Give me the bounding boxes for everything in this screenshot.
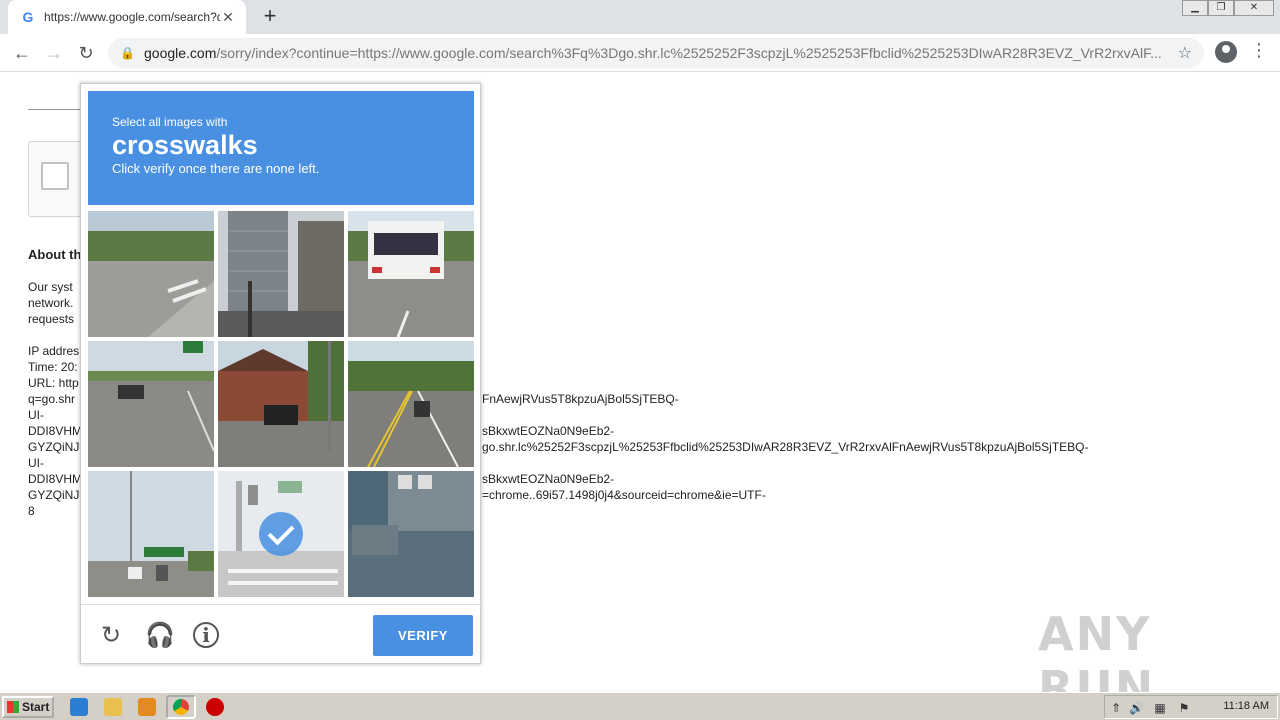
captcha-challenge: Select all images with crosswalks Click … (80, 83, 482, 665)
info-line: IP addres (28, 344, 80, 358)
tab-strip: G https://www.google.com/search?q= ✕ + ▁… (0, 0, 1280, 34)
para-line: network. (28, 296, 74, 310)
info-line-right: sBkxwtEOZNa0N9eEb2- (482, 424, 615, 438)
audio-challenge-headphones-icon[interactable]: 🎧 (145, 622, 175, 650)
restore-button[interactable]: ❐ (1208, 0, 1234, 16)
image-tile[interactable] (218, 211, 344, 337)
clock: 11:18 AM (1223, 700, 1269, 712)
browser-toolbar: ← → ↻ 🔒 google.com/sorry/index?continue=… (0, 34, 1280, 72)
chrome-taskbar-button[interactable] (166, 695, 196, 719)
divider (28, 109, 88, 110)
info-line: 8 (28, 504, 35, 518)
info-line: UI- (28, 456, 44, 470)
info-line: Time: 20: (28, 360, 78, 374)
volume-icon[interactable]: 🔊 (1129, 701, 1144, 715)
flag-icon[interactable]: ⚑ (1177, 701, 1191, 715)
new-tab-button[interactable]: + (258, 5, 282, 29)
forward-arrow-icon[interactable]: → (42, 41, 66, 65)
alert-icon[interactable] (206, 698, 224, 716)
tab-title: https://www.google.com/search?q= (44, 10, 220, 24)
selected-check-icon (259, 512, 303, 556)
system-tray: ⇑ 🔊 ▦ ⚑ 11:18 AM (1104, 695, 1278, 719)
address-bar[interactable]: 🔒 google.com/sorry/index?continue=https:… (108, 38, 1204, 68)
verify-button[interactable]: VERIFY (373, 615, 473, 656)
close-tab-icon[interactable]: ✕ (220, 9, 236, 25)
image-tile[interactable] (88, 471, 214, 597)
image-tile[interactable] (348, 341, 474, 467)
back-arrow-icon[interactable]: ← (10, 41, 34, 65)
image-tile[interactable] (88, 341, 214, 467)
image-tile[interactable] (348, 211, 474, 337)
recaptcha-anchor (28, 141, 88, 217)
info-line: DDI8VHM (28, 472, 83, 486)
info-line: URL: http (28, 376, 79, 390)
image-tile[interactable] (88, 211, 214, 337)
image-tile[interactable] (348, 471, 474, 597)
image-tile[interactable] (218, 341, 344, 467)
info-line: q=go.shr (28, 392, 76, 406)
minimize-button[interactable]: ▁ (1182, 0, 1208, 16)
para-line: Our syst (28, 280, 73, 294)
start-button[interactable]: Start (2, 696, 54, 718)
captcha-instruction: Click verify once there are none left. (112, 161, 320, 176)
chrome-icon (173, 699, 189, 715)
info-line-right: FnAewjRVus5T8kpzuAjBol5SjTEBQ- (482, 392, 679, 406)
select-text: Select all images with (112, 115, 228, 129)
info-line-right: sBkxwtEOZNa0N9eEb2- (482, 472, 615, 486)
explorer-folder-icon[interactable] (104, 698, 122, 716)
info-line-right: go.shr.lc%25252F3scpzjL%25253Ffbclid%252… (482, 440, 1089, 454)
url-text: google.com/sorry/index?continue=https://… (144, 45, 1162, 61)
info-icon[interactable]: i (193, 622, 219, 648)
reload-icon[interactable]: ↻ (74, 41, 98, 65)
about-heading: About th (28, 247, 82, 262)
profile-avatar-icon[interactable] (1215, 41, 1237, 63)
captcha-keyword: crosswalks (112, 130, 258, 160)
image-grid (88, 211, 474, 597)
image-tile-selected[interactable] (218, 471, 344, 597)
google-favicon-icon: G (22, 9, 34, 25)
info-line-right: =chrome..69i57.1498j0j4&sourceid=chrome&… (482, 488, 766, 502)
info-line: GYZQiNJ (28, 488, 80, 502)
captcha-footer: ↻ 🎧 i VERIFY (81, 604, 482, 665)
tray-expand-icon[interactable]: ⇑ (1109, 701, 1123, 715)
reload-challenge-icon[interactable]: ↻ (97, 622, 125, 650)
network-icon[interactable]: ▦ (1153, 701, 1167, 715)
info-line: UI- (28, 408, 44, 422)
info-line: GYZQiNJ (28, 440, 80, 454)
lock-icon: 🔒 (120, 46, 135, 60)
ie-icon[interactable] (70, 698, 88, 716)
info-line: DDI8VHM (28, 424, 83, 438)
recaptcha-checkbox[interactable] (41, 162, 69, 190)
browser-tab[interactable]: G https://www.google.com/search?q= ✕ (8, 0, 246, 34)
captcha-header: Select all images with crosswalks Click … (88, 91, 474, 205)
para-line: requests (28, 312, 75, 326)
menu-dots-icon[interactable]: ⋮ (1250, 40, 1268, 61)
media-player-icon[interactable] (138, 698, 156, 716)
window-close-button[interactable]: ✕ (1234, 0, 1274, 16)
bookmark-star-icon[interactable]: ☆ (1178, 43, 1192, 63)
taskbar: Start ⇑ 🔊 ▦ ⚑ 11:18 AM (0, 692, 1280, 720)
